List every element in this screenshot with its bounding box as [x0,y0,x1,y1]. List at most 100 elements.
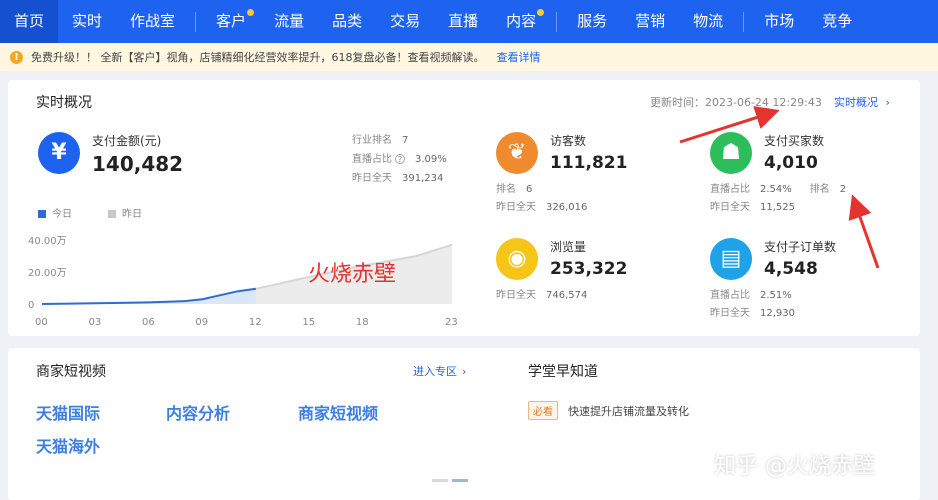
y-tick-label: 40.00万 [28,236,67,247]
top-nav: 首页 实时 作战室 客户 流量 品类 交易 直播 内容 服务 营销 物流 市场 竞争 [0,0,938,43]
pay-rank: 行业排名 7 [352,131,408,146]
nav-item-label: 服务 [577,12,608,30]
nav-separator [195,11,197,32]
tile-merchant-video[interactable]: 商家短视频 [298,400,378,424]
views-meta-row: 昨日全天 746,574 [496,286,587,301]
tile-tmall-overseas[interactable]: 天猫海外 [36,433,100,457]
meta-value: 2.54% [760,184,792,195]
meta-value: 6 [526,184,533,195]
visitors-value: 111,821 [550,153,628,173]
buyers-meta-row: 昨日全天 11,525 [710,198,795,213]
visitors-meta-row: 排名 6 [496,180,532,195]
meta-value: 2.51% [760,290,792,301]
nav-item-13[interactable]: 竞争 [808,0,866,43]
enter-zone-label: 进入专区 [413,365,457,378]
people-icon: ☗ [710,132,752,174]
carousel-dot-2[interactable] [452,479,468,482]
footprint-icon: ❦ [496,132,538,174]
tile-tmall-intl[interactable]: 天猫国际 [36,400,100,424]
pay-value: 140,482 [92,152,184,176]
legend-yesterday-swatch [108,210,116,218]
x-tick-label: 15 [302,317,315,328]
pay-rank-value: 7 [402,135,409,146]
legend-today[interactable]: 今日 [38,205,72,220]
nav-item-5[interactable]: 品类 [318,0,376,43]
nav-item-label: 直播 [448,12,479,30]
yen-icon: ¥ [38,132,80,174]
nav-item-11[interactable]: 物流 [679,0,737,43]
meta-value: 12,930 [760,308,795,319]
suborders-meta-row: 昨日全天 12,930 [710,304,795,319]
nav-item-6[interactable]: 交易 [376,0,434,43]
buyers-label: 支付买家数 [764,134,825,148]
pay-live: 直播占比? 3.09% [352,150,447,165]
nav-item-label: 客户 [216,12,247,30]
nav-separator [556,11,558,32]
y-tick-label: 20.00万 [28,268,67,279]
meta-value: 11,525 [760,202,795,213]
nav-item-10[interactable]: 营销 [621,0,679,43]
views-value: 253,322 [550,259,628,279]
enter-zone-link[interactable]: 进入专区 › [413,363,466,379]
notification-dot-icon [537,9,545,16]
legend-today-swatch [38,210,46,218]
x-tick-label: 03 [88,317,101,328]
nav-item-2[interactable]: 作战室 [116,0,189,43]
update-time: 更新时间：2023-06-24 12:29:43 [650,96,822,109]
legend-yesterday-label: 昨日 [122,209,142,220]
pay-rank-label: 行业排名 [352,135,392,146]
meta-key: 昨日全天 [496,290,536,301]
meta-key: 直播占比 [710,184,750,195]
nav-item-8[interactable]: 内容 [492,0,550,43]
nav-item-label: 市场 [764,12,795,30]
nav-item-label: 流量 [274,12,305,30]
meta-key: 直播占比 [710,290,750,301]
x-tick-label: 06 [142,317,155,328]
notice-text: 免费升级！！ 全新【客户】视角，店铺精细化经营效率提升，618复盘必备！查看视频… [31,51,485,64]
nav-item-label: 交易 [390,12,421,30]
notice-detail-link[interactable]: 查看详情 [497,49,541,65]
nav-item-3[interactable]: 客户 [202,0,260,43]
warning-icon: ! [10,50,23,64]
list-icon: ▤ [710,238,752,280]
buyers-value: 4,010 [764,153,818,173]
realtime-overview-link[interactable]: 实时概况 › [834,94,890,110]
x-tick-label: 18 [356,317,369,328]
nav-item-7[interactable]: 直播 [434,0,492,43]
meta-key: 昨日全天 [710,202,750,213]
x-tick-label: 09 [195,317,208,328]
nav-item-4[interactable]: 流量 [260,0,318,43]
nav-item-label: 营销 [635,12,666,30]
realtime-title: 实时概况 [36,95,92,111]
meta-key: 排名 [809,184,830,195]
x-tick-label: 00 [35,317,48,328]
shortvideo-title: 商家短视频 [36,364,106,380]
suborders-value: 4,548 [764,259,818,279]
meta-key: 排名 [496,184,516,195]
pay-live-label: 直播占比 [352,154,392,165]
meta-key: 昨日全天 [496,202,536,213]
school-title: 学堂早知道 [528,364,598,380]
nav-item-9[interactable]: 服务 [563,0,621,43]
legend-yesterday[interactable]: 昨日 [108,205,142,220]
help-icon[interactable]: ? [395,154,405,164]
suborders-label: 支付子订单数 [764,240,837,254]
tile-content-analysis[interactable]: 内容分析 [166,400,230,424]
x-tick-label: 12 [249,317,262,328]
views-label: 浏览量 [550,240,587,254]
nav-item-12[interactable]: 市场 [750,0,808,43]
notice-bar: ! 免费升级！！ 全新【客户】视角，店铺精细化经营效率提升，618复盘必备！查看… [0,43,938,71]
carousel-indicator[interactable] [432,479,472,482]
nav-separator [743,11,745,32]
pay-yday-label: 昨日全天 [352,173,392,184]
school-item[interactable]: 快速提升店铺流量及转化 [568,403,689,419]
meta-key: 昨日全天 [710,308,750,319]
nav-item-1[interactable]: 实时 [58,0,116,43]
legend-today-label: 今日 [52,209,72,220]
x-tick-label: 23 [445,317,458,328]
nav-item-0[interactable]: 首页 [0,0,59,43]
carousel-dot-1[interactable] [432,479,448,482]
pay-yesterday: 昨日全天 391,234 [352,169,443,184]
meta-value: 746,574 [546,290,588,301]
watermark-text: 火烧赤壁 [308,262,397,287]
